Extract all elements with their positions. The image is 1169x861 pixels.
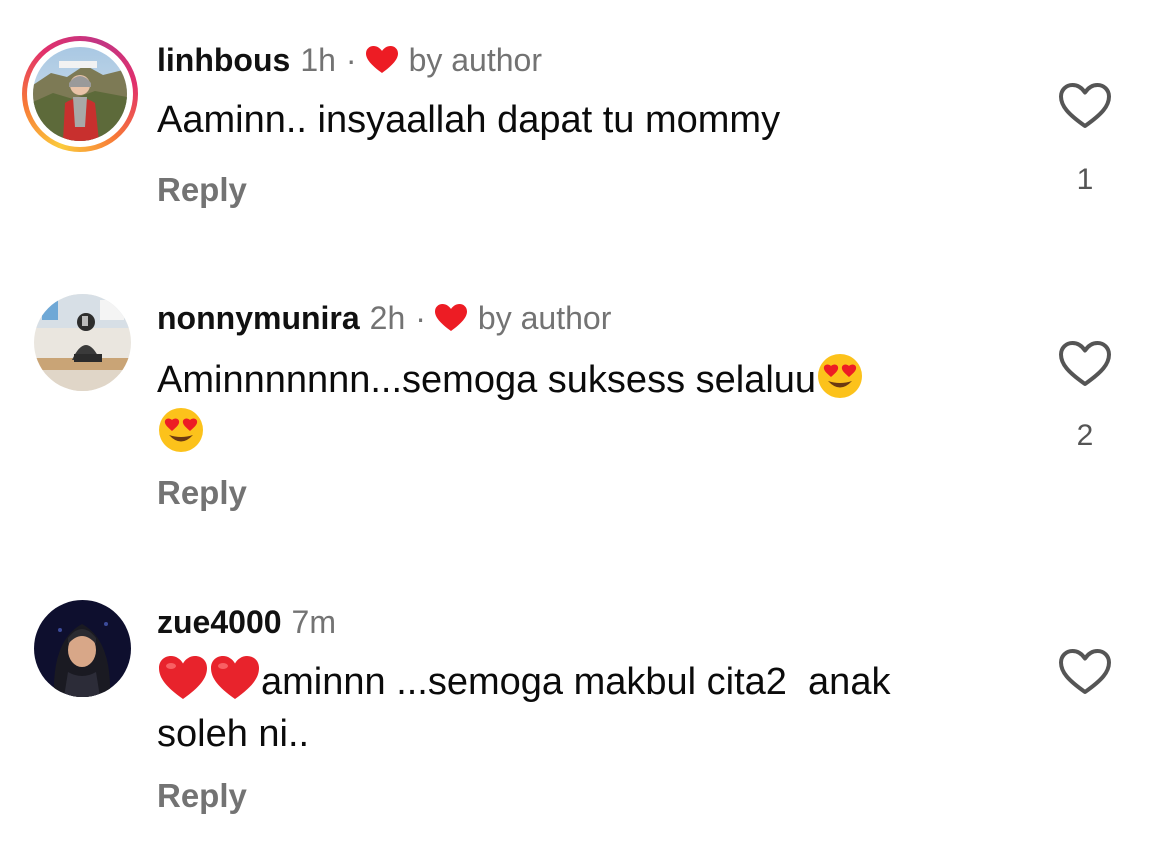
username[interactable]: zue4000	[157, 600, 282, 644]
comment-text-line: Aminnnnnnn...semoga suksess selaluu	[157, 359, 817, 401]
comment-text: Aaminn.. insyaallah dapat tu mommy	[157, 99, 781, 141]
comment-item: zue4000 7m aminnn ...semoga makbul cita2…	[0, 590, 1169, 850]
avatar[interactable]	[34, 294, 131, 391]
timestamp: 7m	[291, 604, 336, 640]
comment-text-line: soleh ni..	[157, 713, 310, 755]
comment-text-line: aminnn ...semoga makbul cita2 anak	[261, 661, 891, 703]
separator-dot: ·	[345, 42, 357, 78]
avatar[interactable]	[34, 600, 131, 697]
reply-button[interactable]: Reply	[157, 473, 247, 513]
comment-item: linhbous 1h · by author Aaminn.. insyaal…	[0, 0, 1169, 260]
red-heart-emoji-icon	[159, 656, 207, 699]
heart-outline-icon[interactable]	[1058, 82, 1112, 130]
red-heart-emoji-icon	[211, 656, 259, 699]
comment-text: aminnn ...semoga makbul cita2 anak soleh…	[157, 654, 1017, 760]
comment-item: nonnymunira 2h · by author Aminnnnnnn...…	[0, 280, 1169, 540]
heart-outline-icon[interactable]	[1058, 340, 1112, 388]
username[interactable]: linhbous	[157, 38, 290, 82]
like-count: 1	[1076, 163, 1094, 196]
avatar[interactable]	[22, 36, 138, 152]
comment-meta: nonnymunira 2h · by author	[157, 296, 611, 340]
reply-button[interactable]: Reply	[157, 170, 247, 210]
avatar-photo	[34, 600, 131, 697]
comment-text: Aminnnnnnn...semoga suksess selaluu	[157, 352, 1017, 460]
heart-outline-icon[interactable]	[1058, 648, 1112, 696]
like-count: 2	[1076, 419, 1094, 452]
username[interactable]: nonnymunira	[157, 296, 360, 340]
heart-eyes-emoji-icon	[159, 408, 203, 452]
avatar-photo	[33, 47, 127, 141]
timestamp: 1h	[300, 42, 336, 78]
timestamp: 2h	[369, 300, 406, 336]
comment-meta: linhbous 1h · by author	[157, 38, 542, 82]
liked-by-author-label: by author	[477, 300, 612, 336]
heart-eyes-emoji-icon	[818, 354, 863, 398]
comment-meta: zue4000 7m	[157, 600, 336, 644]
heart-filled-icon	[365, 46, 398, 73]
reply-button[interactable]: Reply	[157, 776, 247, 816]
liked-by-author-label: by author	[408, 42, 542, 78]
avatar-photo	[34, 294, 131, 391]
heart-filled-icon	[434, 304, 467, 331]
separator-dot: ·	[415, 300, 426, 336]
